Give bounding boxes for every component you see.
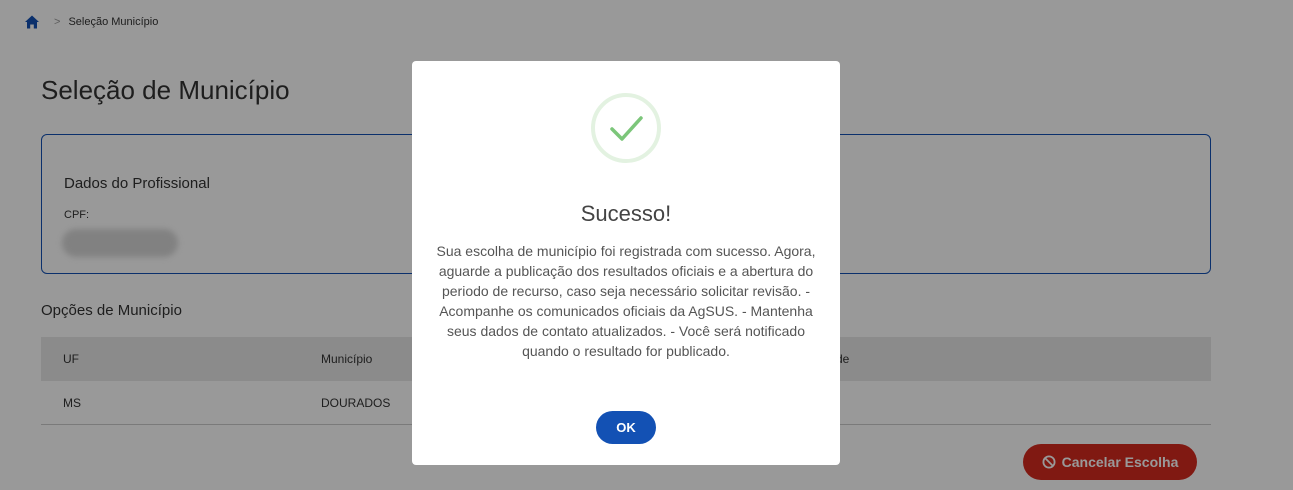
ok-button[interactable]: OK bbox=[596, 411, 656, 444]
modal-message: Sua escolha de município foi registrada … bbox=[436, 243, 816, 359]
modal-title: Sucesso! bbox=[580, 201, 672, 226]
success-modal: Sucesso! Sua escolha de município foi re… bbox=[412, 61, 840, 465]
check-circle-icon bbox=[590, 92, 662, 164]
